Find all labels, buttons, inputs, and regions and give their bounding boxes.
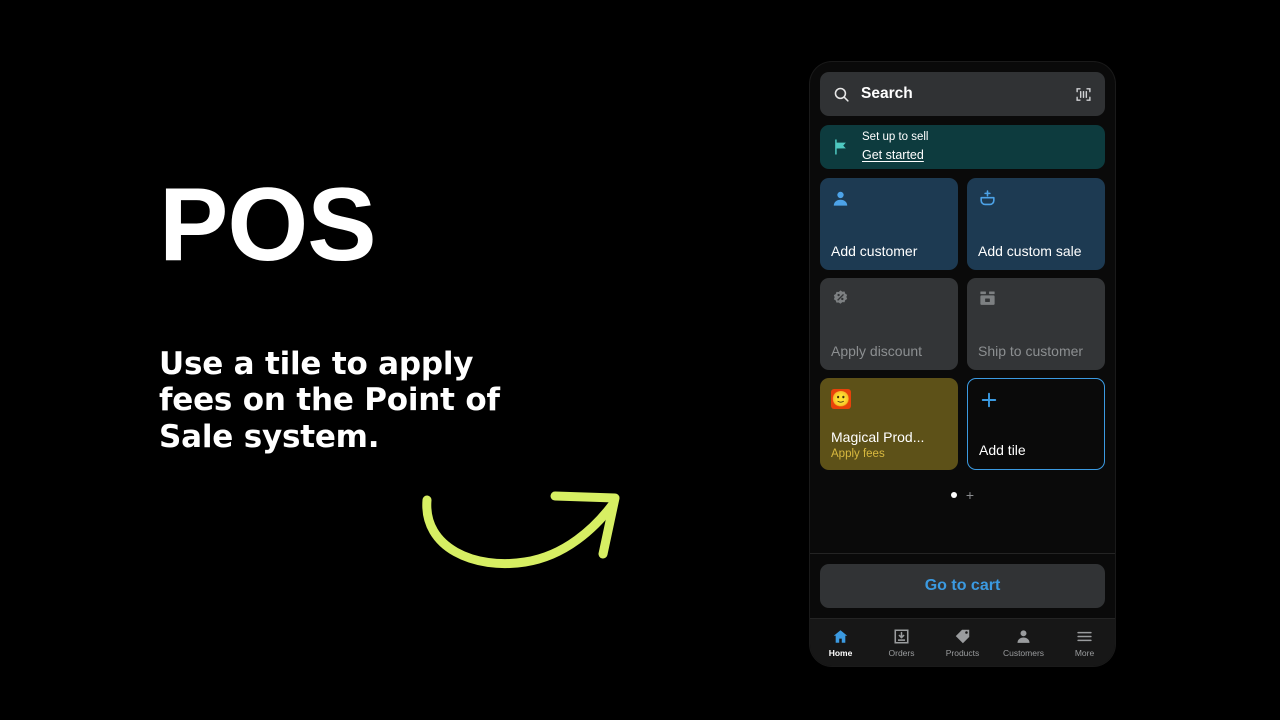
- nav-item-customers[interactable]: Customers: [993, 628, 1054, 658]
- hamburger-menu-icon: [1076, 628, 1093, 645]
- tile-label: Add custom sale: [978, 243, 1082, 260]
- nav-item-home[interactable]: Home: [810, 628, 871, 658]
- search-input[interactable]: Search: [820, 72, 1105, 116]
- nav-label: Customers: [1002, 647, 1045, 658]
- person-icon: [1015, 628, 1032, 645]
- flag-icon: [831, 137, 851, 157]
- basket-plus-icon: [978, 189, 997, 208]
- promo-block: POS Use a tile to apply fees on the Poin…: [159, 167, 719, 455]
- setup-text: Set up to sell Get started: [862, 130, 928, 163]
- person-icon: [831, 189, 850, 208]
- tile-ship-to-customer[interactable]: Ship to customer: [967, 278, 1105, 370]
- tile-label: Add customer: [831, 243, 918, 260]
- tile-label: Magical Prod...: [831, 429, 925, 446]
- tile-label: Ship to customer: [978, 343, 1084, 360]
- barcode-scan-icon[interactable]: [1075, 86, 1092, 103]
- tile-label: Add tile: [979, 442, 1026, 459]
- add-page-button[interactable]: +: [966, 488, 974, 502]
- nav-item-more[interactable]: More: [1054, 628, 1115, 658]
- cart-area: Go to cart: [810, 553, 1115, 618]
- phone-screen: Search Set up to sell Get started Add cu…: [810, 62, 1115, 553]
- home-icon: [832, 628, 849, 645]
- tile-add-tile[interactable]: Add tile: [967, 378, 1105, 470]
- get-started-link[interactable]: Get started: [862, 147, 928, 164]
- orders-inbox-icon: [893, 628, 910, 645]
- smiley-emoji-icon: 🙂: [831, 389, 851, 409]
- nav-label: Orders: [888, 647, 915, 658]
- setup-to-sell-banner[interactable]: Set up to sell Get started: [820, 125, 1105, 169]
- tile-magical-product[interactable]: 🙂 Magical Prod... Apply fees: [820, 378, 958, 470]
- search-placeholder: Search: [861, 85, 913, 102]
- tile-apply-discount[interactable]: Apply discount: [820, 278, 958, 370]
- page-title: POS: [159, 167, 377, 283]
- shipping-box-icon: [978, 289, 997, 308]
- nav-label: More: [1074, 647, 1095, 658]
- nav-label: Home: [828, 647, 853, 658]
- bottom-navigation: Home Orders Products Customers More: [810, 618, 1115, 666]
- go-to-cart-button[interactable]: Go to cart: [820, 564, 1105, 608]
- search-icon: [833, 86, 850, 103]
- tile-add-customer[interactable]: Add customer: [820, 178, 958, 270]
- plus-icon: [979, 390, 999, 410]
- discount-percent-icon: [831, 289, 850, 308]
- setup-title: Set up to sell: [862, 131, 929, 144]
- tag-icon: [954, 628, 971, 645]
- screen-root: POS Use a tile to apply fees on the Poin…: [0, 0, 1280, 720]
- page-dot-active[interactable]: [950, 492, 957, 498]
- phone-frame: Search Set up to sell Get started Add cu…: [810, 62, 1115, 666]
- curved-arrow-icon: [405, 478, 640, 588]
- nav-item-orders[interactable]: Orders: [871, 628, 932, 658]
- tile-label: Apply discount: [831, 343, 923, 360]
- tile-grid: Add customer Add custom sale Apply disco…: [820, 178, 1105, 470]
- page-indicator: +: [820, 470, 1105, 553]
- promo-subtitle: Use a tile to apply fees on the Point of…: [159, 345, 500, 455]
- nav-label: Products: [945, 647, 980, 658]
- nav-item-products[interactable]: Products: [932, 628, 993, 658]
- tile-add-custom-sale[interactable]: Add custom sale: [967, 178, 1105, 270]
- tile-sublabel: Apply fees: [831, 448, 885, 460]
- tile-text-group: Magical Prod... Apply fees: [831, 429, 947, 460]
